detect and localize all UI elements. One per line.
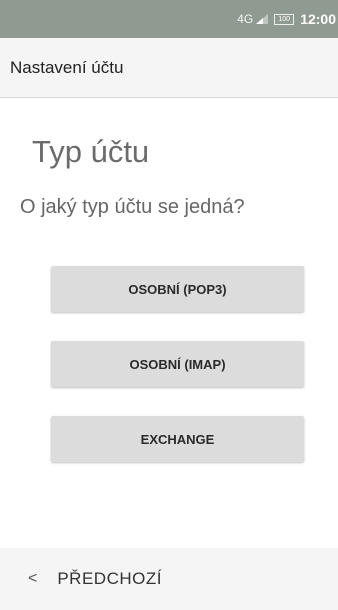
- battery-icon: 100: [274, 13, 295, 25]
- app-bar: Nastavení účtu: [0, 38, 338, 98]
- previous-button[interactable]: < PŘEDCHOZÍ: [0, 548, 338, 610]
- network-type: 4G: [237, 12, 254, 26]
- signal-icon: [256, 14, 269, 24]
- pop3-account-button[interactable]: OSOBNÍ (POP3): [51, 266, 304, 312]
- status-bar: 4G 100 12:00: [0, 0, 338, 38]
- page-question: O jaký typ účtu se jedná?: [20, 196, 245, 218]
- exchange-account-button[interactable]: EXCHANGE: [51, 416, 304, 462]
- main-content: Typ účtu O jaký typ účtu se jedná? OSOBN…: [0, 98, 338, 548]
- app-bar-title: Nastavení účtu: [10, 57, 124, 77]
- imap-account-button[interactable]: OSOBNÍ (IMAP): [51, 341, 304, 387]
- previous-label: PŘEDCHOZÍ: [57, 569, 162, 588]
- chevron-left-icon: <: [28, 570, 38, 587]
- page-title: Typ účtu: [32, 134, 150, 169]
- clock: 12:00: [300, 11, 336, 27]
